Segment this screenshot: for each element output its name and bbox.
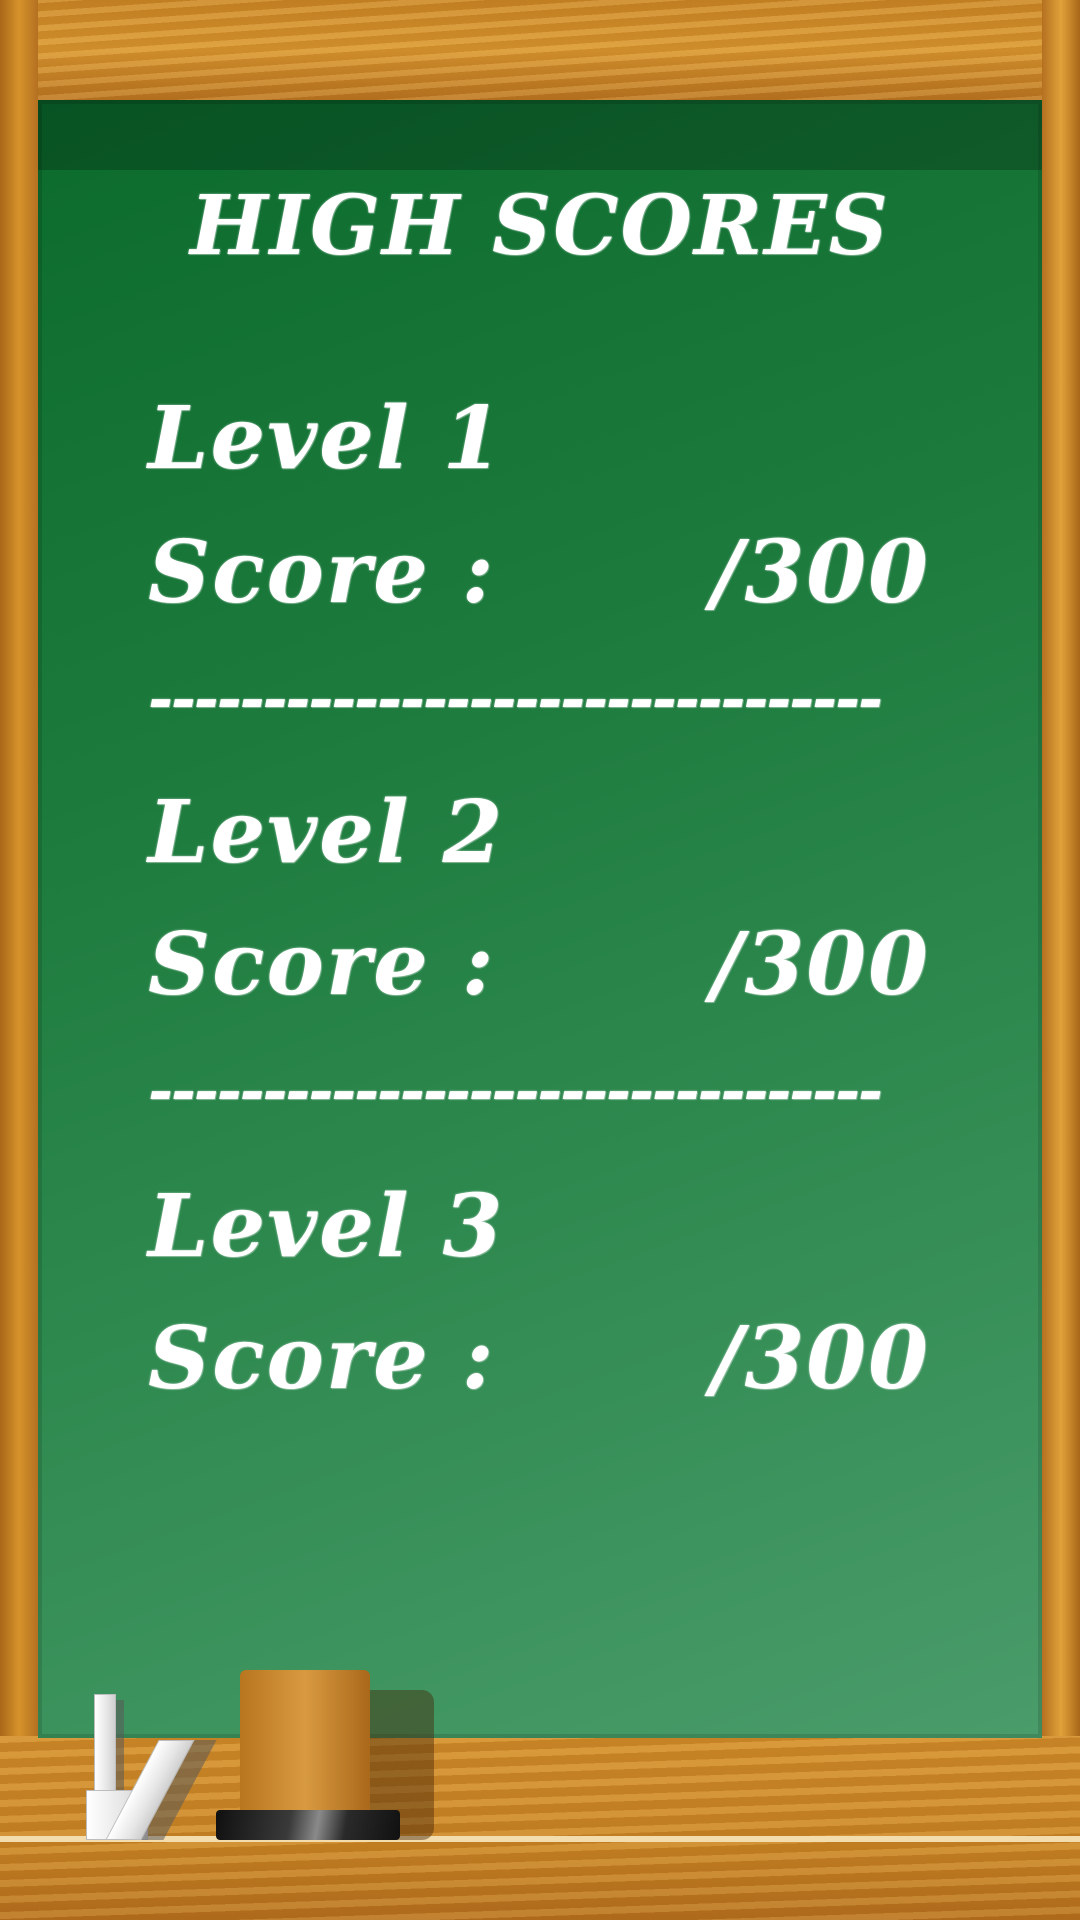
level-3-label: Level 3 <box>148 1176 505 1277</box>
divider-2: -------------------------------- <box>148 1056 883 1126</box>
level-3-score-label: Score : <box>148 1308 496 1409</box>
level-2-score-value: /300 <box>711 914 930 1015</box>
divider-1: -------------------------------- <box>148 664 883 734</box>
level-1-score-label: Score : <box>148 522 496 623</box>
page-title: HIGH SCORES <box>190 178 890 274</box>
frame-top <box>0 0 1080 100</box>
level-3-score-value: /300 <box>711 1308 930 1409</box>
level-2-score-label: Score : <box>148 914 496 1015</box>
level-1-label: Level 1 <box>148 388 505 489</box>
chalkboard-frame: HIGH SCORES Level 1 Score : /300 -------… <box>0 0 1080 1920</box>
frame-right <box>1042 0 1080 1920</box>
level-1-score-value: /300 <box>711 522 930 623</box>
frame-left <box>0 0 38 1920</box>
level-2-label: Level 2 <box>148 782 505 883</box>
